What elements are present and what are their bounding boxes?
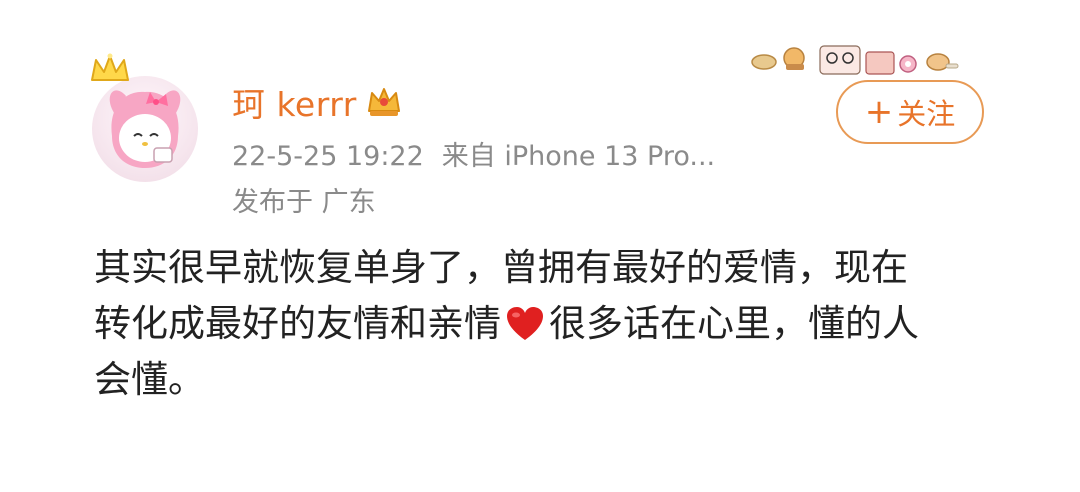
post-source[interactable]: 来自 iPhone 13 Pro... xyxy=(442,141,715,172)
vip-crown-icon[interactable] xyxy=(365,85,403,119)
post-time: 22-5-25 19:22 xyxy=(232,141,424,172)
my-melody-avatar-icon xyxy=(109,90,181,168)
follow-button-label: 关注 xyxy=(897,97,956,131)
card-decoration-icon xyxy=(751,45,959,75)
avatar-crown-icon xyxy=(91,53,129,81)
user-avatar[interactable] xyxy=(92,76,198,182)
weibo-post-card: 珂 kerrr 22-5-25 19:22 来自 iPhone 13 Pro...… xyxy=(0,0,1080,492)
post-text: 其实很早就恢复单身了，曾拥有最好的爱情，现在 转化成最好的友情和亲情 很多话在心里… xyxy=(94,240,994,408)
follow-button[interactable]: + 关注 xyxy=(836,80,984,144)
username-row: 珂 kerrr xyxy=(232,80,403,124)
red-heart-icon xyxy=(507,307,543,340)
post-text-line-2: 转化成最好的友情和亲情 很多话在心里，懂的人 xyxy=(94,296,994,352)
post-location: 发布于 广东 xyxy=(232,187,376,218)
post-text-line-2-end: 很多话在心里，懂的人 xyxy=(549,302,919,345)
post-text-line-3: 会懂。 xyxy=(94,358,205,401)
username[interactable]: 珂 kerrr xyxy=(232,78,357,126)
post-text-line-1: 其实很早就恢复单身了，曾拥有最好的爱情，现在 xyxy=(94,246,908,289)
plus-icon: + xyxy=(864,92,894,132)
post-meta: 22-5-25 19:22 来自 iPhone 13 Pro... xyxy=(232,134,715,173)
post-text-line-2-start: 转化成最好的友情和亲情 xyxy=(94,302,501,345)
